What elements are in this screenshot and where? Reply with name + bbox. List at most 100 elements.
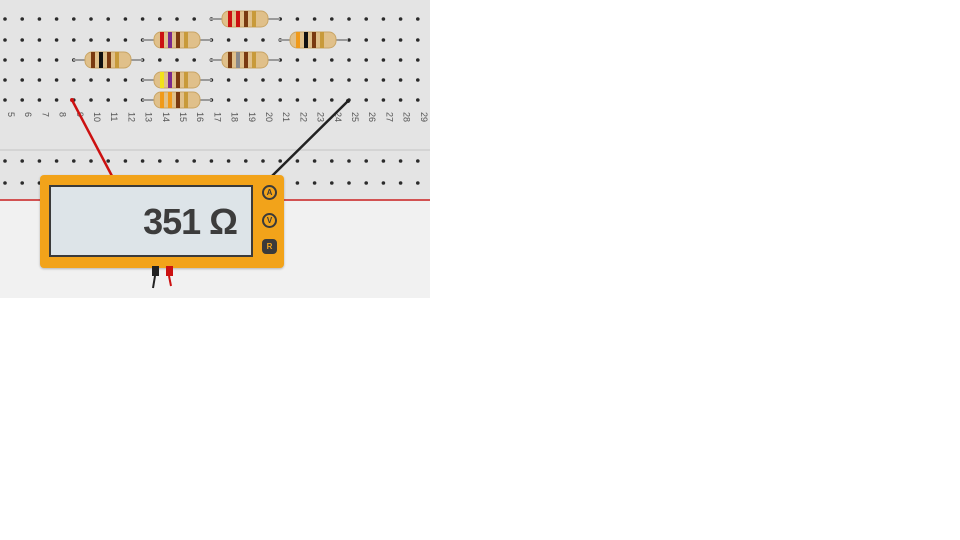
breadboard-hole[interactable] — [20, 159, 25, 163]
breadboard-hole[interactable] — [140, 159, 145, 163]
breadboard-hole[interactable] — [295, 159, 300, 163]
breadboard-hole[interactable] — [175, 159, 179, 163]
breadboard-hole[interactable] — [261, 159, 265, 163]
breadboard-hole[interactable] — [54, 98, 59, 102]
breadboard-hole[interactable] — [381, 78, 386, 82]
breadboard-hole[interactable] — [398, 159, 403, 163]
breadboard-hole[interactable] — [3, 181, 7, 185]
breadboard-hole[interactable] — [295, 58, 300, 62]
breadboard-hole[interactable] — [106, 98, 110, 102]
breadboard-hole[interactable] — [89, 98, 93, 102]
breadboard-hole[interactable] — [261, 78, 265, 82]
breadboard-hole[interactable] — [3, 58, 7, 62]
breadboard-hole[interactable] — [54, 78, 59, 82]
breadboard-hole[interactable] — [416, 58, 420, 62]
breadboard-hole[interactable] — [158, 159, 162, 163]
breadboard-hole[interactable] — [295, 17, 300, 21]
breadboard-hole[interactable] — [192, 159, 196, 163]
breadboard-hole[interactable] — [364, 159, 369, 163]
breadboard-hole[interactable] — [416, 78, 420, 82]
breadboard-hole[interactable] — [330, 58, 334, 62]
breadboard-hole[interactable] — [278, 98, 283, 102]
breadboard-hole[interactable] — [123, 17, 128, 21]
breadboard-hole[interactable] — [3, 159, 7, 163]
breadboard-hole[interactable] — [416, 98, 420, 102]
breadboard-hole[interactable] — [312, 78, 317, 82]
breadboard-hole[interactable] — [381, 17, 386, 21]
breadboard-hole[interactable] — [416, 38, 420, 42]
breadboard-hole[interactable] — [330, 98, 334, 102]
breadboard-hole[interactable] — [398, 58, 403, 62]
breadboard-hole[interactable] — [347, 58, 351, 62]
breadboard-hole[interactable] — [398, 38, 403, 42]
breadboard-hole[interactable] — [347, 159, 351, 163]
breadboard-hole[interactable] — [3, 38, 7, 42]
breadboard-hole[interactable] — [381, 98, 386, 102]
mode-button-voltmeter[interactable]: V — [262, 213, 277, 228]
breadboard-hole[interactable] — [175, 17, 179, 21]
breadboard-hole[interactable] — [244, 159, 248, 163]
breadboard-hole[interactable] — [295, 181, 300, 185]
breadboard-hole[interactable] — [158, 17, 162, 21]
breadboard-hole[interactable] — [312, 58, 317, 62]
breadboard-hole[interactable] — [54, 159, 59, 163]
breadboard-hole[interactable] — [89, 159, 93, 163]
breadboard-hole[interactable] — [140, 17, 145, 21]
breadboard-hole[interactable] — [72, 159, 76, 163]
breadboard-hole[interactable] — [37, 98, 42, 102]
breadboard-hole[interactable] — [330, 159, 334, 163]
breadboard-hole[interactable] — [54, 58, 59, 62]
breadboard-hole[interactable] — [37, 38, 42, 42]
breadboard-hole[interactable] — [244, 98, 248, 102]
breadboard-hole[interactable] — [261, 98, 265, 102]
breadboard-hole[interactable] — [37, 17, 42, 21]
breadboard-hole[interactable] — [364, 38, 369, 42]
breadboard-hole[interactable] — [226, 78, 231, 82]
resistor-4[interactable] — [73, 51, 143, 69]
breadboard-hole[interactable] — [330, 17, 334, 21]
breadboard-hole[interactable] — [54, 17, 59, 21]
breadboard-hole[interactable] — [123, 159, 128, 163]
breadboard-hole[interactable] — [209, 159, 214, 163]
breadboard-hole[interactable] — [347, 78, 351, 82]
breadboard-hole[interactable] — [226, 98, 231, 102]
breadboard-hole[interactable] — [106, 78, 110, 82]
breadboard-hole[interactable] — [398, 17, 403, 21]
breadboard-hole[interactable] — [37, 58, 42, 62]
breadboard-hole[interactable] — [347, 181, 351, 185]
breadboard-hole[interactable] — [20, 181, 25, 185]
breadboard-hole[interactable] — [20, 98, 25, 102]
breadboard-hole[interactable] — [416, 17, 420, 21]
breadboard-hole[interactable] — [398, 181, 403, 185]
breadboard-hole[interactable] — [20, 58, 25, 62]
breadboard-hole[interactable] — [123, 78, 128, 82]
mode-button-ohmmeter[interactable]: R — [262, 239, 277, 254]
resistor-1[interactable] — [210, 10, 280, 28]
breadboard-hole[interactable] — [72, 78, 76, 82]
black-probe-socket[interactable] — [152, 266, 159, 276]
breadboard-hole[interactable] — [123, 38, 128, 42]
breadboard-hole[interactable] — [381, 38, 386, 42]
breadboard-hole[interactable] — [347, 17, 351, 21]
breadboard-hole[interactable] — [416, 159, 420, 163]
resistor-6[interactable] — [142, 71, 212, 89]
breadboard-hole[interactable] — [398, 98, 403, 102]
breadboard-hole[interactable] — [295, 98, 300, 102]
breadboard-hole[interactable] — [226, 38, 231, 42]
breadboard-hole[interactable] — [364, 98, 369, 102]
breadboard-hole[interactable] — [20, 38, 25, 42]
breadboard-hole[interactable] — [398, 78, 403, 82]
breadboard-hole[interactable] — [89, 38, 93, 42]
breadboard-hole[interactable] — [54, 38, 59, 42]
breadboard-hole[interactable] — [192, 58, 196, 62]
breadboard-hole[interactable] — [364, 58, 369, 62]
mode-button-ammeter[interactable]: A — [262, 185, 277, 200]
breadboard-hole[interactable] — [3, 78, 7, 82]
breadboard-hole[interactable] — [364, 78, 369, 82]
breadboard-hole[interactable] — [175, 58, 179, 62]
breadboard-hole[interactable] — [364, 17, 369, 21]
breadboard-hole[interactable] — [261, 38, 265, 42]
breadboard-hole[interactable] — [244, 38, 248, 42]
breadboard-hole[interactable] — [158, 58, 162, 62]
breadboard-hole[interactable] — [244, 78, 248, 82]
